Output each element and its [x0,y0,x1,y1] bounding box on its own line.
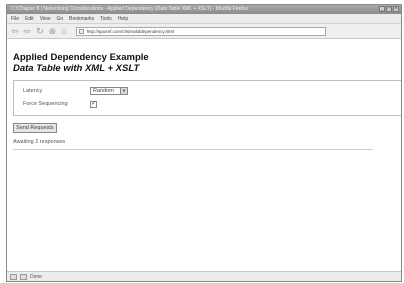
window-controls: _ □ × [379,6,399,12]
divider [13,149,373,150]
close-button[interactable]: × [393,6,399,12]
maximize-button[interactable]: □ [386,6,392,12]
latency-select[interactable]: Random ▼ [90,87,128,95]
latency-select-value: Random [93,88,114,94]
forward-arrow-icon[interactable]: ⇨ [24,26,32,36]
status-message: Awaiting 2 responses [13,139,66,145]
force-sequencing-checkbox[interactable]: ✓ [90,101,97,108]
menu-help[interactable]: Help [118,14,128,23]
page-icon [78,28,84,34]
page-title: Applied Dependency Example [13,52,149,63]
latency-label: Latency [23,88,43,94]
menu-go[interactable]: Go [56,14,63,23]
navigation-toolbar: ⇦ ⇨ ↻ ⊗ ⌂ http://ajaxref.com/ch6/validde… [7,24,401,39]
stop-icon[interactable]: ⊗ [49,26,57,36]
page-subtitle: Data Table with XML + XSLT [13,63,140,74]
settings-fieldset: Latency Random ▼ Force Sequencing ✓ [13,80,401,116]
menu-edit[interactable]: Edit [25,14,34,23]
home-icon[interactable]: ⌂ [61,26,66,36]
address-bar[interactable]: http://ajaxref.com/ch6/validdependency.h… [75,26,326,36]
minimize-button[interactable]: _ [379,6,385,12]
menu-tools[interactable]: Tools [100,14,112,23]
status-monitor-icon [10,273,17,280]
status-activity-icon [20,273,27,280]
reload-icon[interactable]: ↻ [36,26,44,36]
window-title: C:\Chapter 8 | Networking Considerations… [11,6,249,12]
menu-bar: File Edit View Go Bookmarks Tools Help [7,14,401,24]
title-bar: C:\Chapter 8 | Networking Considerations… [7,5,401,14]
browser-window: C:\Chapter 8 | Networking Considerations… [6,4,402,282]
menu-file[interactable]: File [11,14,19,23]
force-sequencing-label: Force Sequencing [23,101,68,107]
chevron-down-icon[interactable]: ▼ [120,88,127,94]
address-bar-url: http://ajaxref.com/ch6/validdependency.h… [86,28,175,34]
menu-bookmarks[interactable]: Bookmarks [69,14,94,23]
status-bar: Done [7,271,401,281]
menu-view[interactable]: View [40,14,51,23]
send-requests-button[interactable]: Send Requests [13,123,57,133]
back-arrow-icon[interactable]: ⇦ [11,26,19,36]
status-bar-text: Done [30,273,42,280]
page-content: Applied Dependency Example Data Table wi… [7,41,401,271]
